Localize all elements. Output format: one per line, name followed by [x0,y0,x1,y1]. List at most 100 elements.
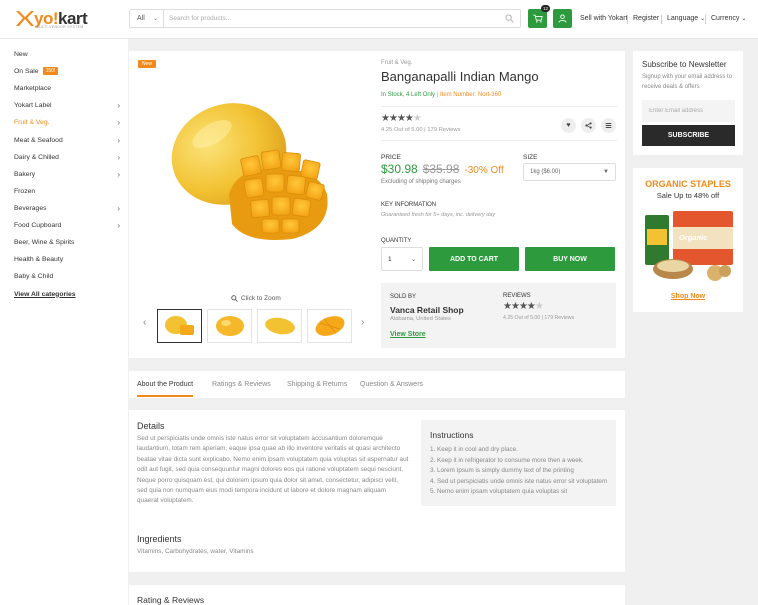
tab-ratings-reviews[interactable]: Ratings & Reviews [212,381,271,388]
newsletter-text: Signup with your email address to receiv… [642,74,733,90]
quantity-select[interactable]: 1 ⌄ [381,247,423,271]
buy-now-button[interactable]: BUY NOW [525,247,615,271]
sidebar-item-label: Meat & Seafood [14,136,63,144]
star-icon: ★ [510,301,520,312]
star-icon: ★ [396,113,406,124]
newsletter-title: Subscribe to Newsletter [642,60,727,69]
wishlist-button[interactable]: ♥ [561,118,576,133]
share-button[interactable] [581,118,596,133]
chevron-right-icon: › [117,203,120,213]
sidebar-item-on-sale[interactable]: On Sale 150! [14,66,120,76]
heart-icon: ♥ [566,122,571,129]
compare-button[interactable] [601,118,616,133]
sidebar-item-meat-seafood[interactable]: Meat & Seafood › [14,135,120,145]
shipping-note: Excluding of shipping charges [381,179,461,185]
cart-button[interactable]: 12 [528,5,550,28]
sidebar-item-label: Beverages [14,204,47,212]
subscribe-button[interactable]: SUBSCRIBE [642,125,735,146]
sidebar-item-frozen[interactable]: Frozen [14,186,120,196]
search-category-select[interactable]: All ⌄ [130,10,164,27]
sidebar-item-bakery[interactable]: Bakery › [14,169,120,179]
sidebar-item-marketplace[interactable]: Marketplace [14,83,120,93]
chevron-right-icon: › [117,100,120,110]
thumbnail-image [164,316,194,335]
divider [381,140,617,141]
view-all-categories-link[interactable]: View All categories [14,289,120,299]
sidebar-item-food-cupboard[interactable]: Food Cupboard › [14,220,120,230]
chevron-down-icon: ⌄ [152,16,158,22]
sidebar-item-beverages[interactable]: Beverages › [14,203,120,213]
size-select[interactable]: 1kg ($6.00) ▼ [523,163,616,181]
sidebar-item-baby-child[interactable]: Baby & Child [14,271,120,281]
tab-about-product[interactable]: About the Product [137,381,193,388]
sidebar-item-label: Dairy & Chilled [14,153,59,161]
chevron-right-icon[interactable]: › [361,317,364,328]
newsletter-email-input[interactable] [642,100,735,122]
product-tabs: About the Product Ratings & Reviews Ship… [129,371,625,398]
view-store-link[interactable]: View Store [390,331,426,338]
sidebar-item-label: Baby & Child [14,272,54,280]
details-text: Sed ut perspiciatis unde omnis iste natu… [137,435,409,505]
caret-down-icon: ▼ [603,169,609,175]
old-price: $35.98 [422,162,460,176]
rating-summary: 4.25 Out of 5.00 | 179 Reviews [381,127,461,133]
product-image[interactable] [167,99,347,247]
ingredients-text: Vitamins, Carbohydrates, water, Vitamins [137,548,254,555]
header-divider [661,15,662,24]
language-dropdown[interactable]: Language ⌄ [667,15,705,22]
sidebar-item-new[interactable]: New [14,49,120,59]
sell-with-yokart-link[interactable]: Sell with Yokart [580,15,627,22]
thumbnail[interactable] [157,309,202,343]
sidebar-item-label: New [14,50,28,58]
thumbnail[interactable] [257,309,302,343]
tab-shipping-returns[interactable]: Shipping & Returns [287,381,347,388]
star-icon: ★ [534,301,544,312]
thumbnail[interactable] [307,309,352,343]
account-button[interactable] [553,9,572,28]
thumbnail[interactable] [207,309,252,343]
sidebar-item-label: Yokart Label [14,101,52,109]
chevron-right-icon: › [117,135,120,145]
price-row: $30.98 $35.98 -30% Off [381,162,504,176]
sidebar-item-label: Bakery [14,170,36,178]
sidebar-item-health-beauty[interactable]: Health & Beauty [14,254,120,264]
tab-question-answers[interactable]: Question & Answers [360,381,423,388]
details-panel: Details Sed ut perspiciatis unde omnis i… [129,410,625,572]
search-input[interactable] [164,10,498,27]
chevron-right-icon: › [117,169,120,179]
chevron-left-icon[interactable]: ‹ [143,317,146,328]
sidebar-item-yokart-label[interactable]: Yokart Label › [14,100,120,110]
sidebar-item-fruit-veg[interactable]: Fruit & Veg. › [14,117,120,127]
currency-dropdown[interactable]: Currency ⌄ [711,15,746,22]
product-category[interactable]: Fruit & Veg. [381,60,412,66]
sidebar-item-label: Fruit & Veg. [14,118,50,126]
sidebar-item-dairy-chilled[interactable]: Dairy & Chilled › [14,152,120,162]
star-rating: ★★★★★ [381,113,422,124]
logo-icon [16,11,34,26]
item-number: Item Number: Nort-360 [439,92,502,98]
add-to-cart-button[interactable]: ADD TO CART [429,247,519,271]
thumbnail-image [315,316,344,336]
shop-now-link[interactable]: Shop Now [633,293,743,300]
instructions-list: 1. Keep it in cool and dry place. 2. Kee… [430,445,607,498]
divider [381,106,617,107]
thumbnail-image [215,316,244,336]
active-tab-indicator [137,395,193,397]
zoom-control[interactable]: Click to Zoom [231,295,281,302]
star-icon: ★ [404,113,414,124]
logo[interactable]: yo!kart MULTI-VENDOR SYSTEM [14,9,88,29]
logo-tagline: MULTI-VENDOR SYSTEM [36,25,84,29]
promo-banner[interactable]: ORGANIC STAPLES Sale Up to 48% off Organ… [633,168,743,312]
quantity-label: QUANTITY [381,238,412,244]
discount: -30% Off [464,165,504,176]
share-icon [585,122,592,129]
cart-icon [532,14,543,23]
instructions-title: Instructions [430,430,474,440]
register-link[interactable]: Register [633,15,659,22]
ingredients-title: Ingredients [137,534,182,544]
sidebar-item-beer-wine[interactable]: Beer, Wine & Spirits [14,237,120,247]
seller-name[interactable]: Vanca Retail Shop [390,305,464,315]
list-item: 4. Sed ut perspiciatis unde omnis iste n… [430,477,608,485]
search-button[interactable] [498,10,520,27]
list-item: 1. Keep it in cool and dry place. [430,446,518,453]
